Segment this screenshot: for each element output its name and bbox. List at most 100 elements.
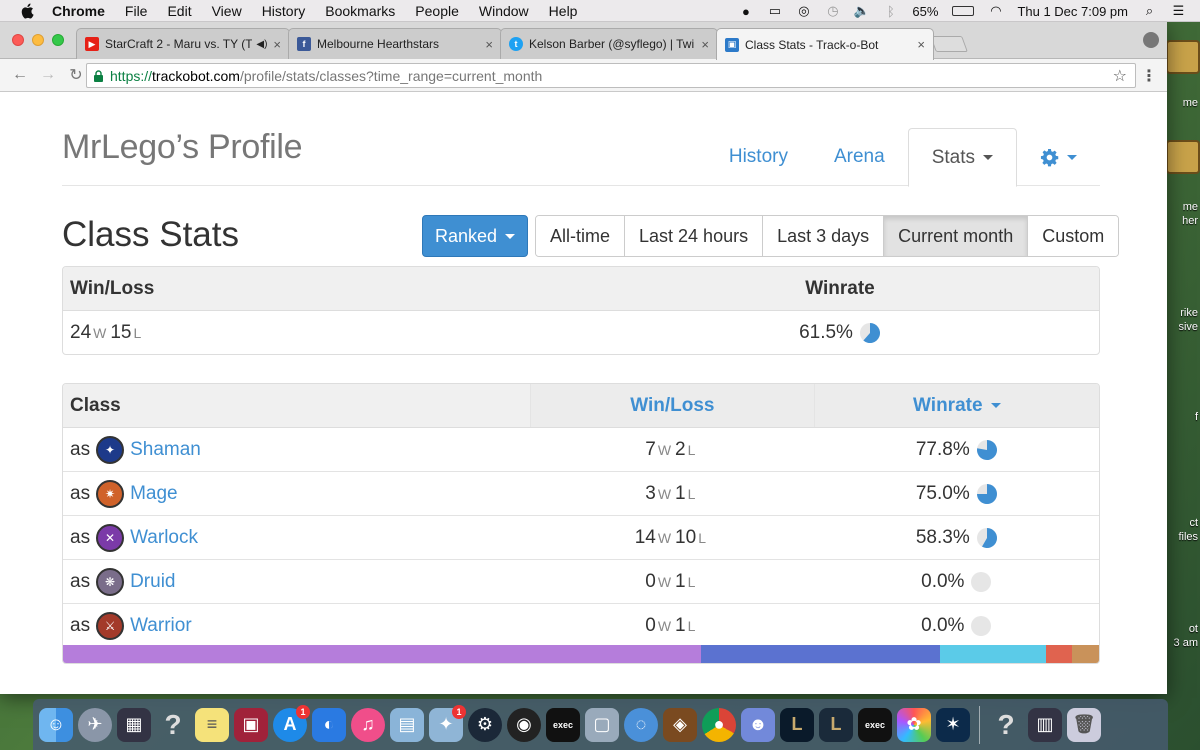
- class-link-shaman[interactable]: Shaman: [130, 439, 201, 461]
- downloads-stack-icon[interactable]: ▥: [1028, 707, 1062, 742]
- browser-tab-youtube[interactable]: ▶ StarCraft 2 - Maru vs. TY (T ◀) ×: [76, 28, 290, 59]
- menu-bookmarks[interactable]: Bookmarks: [325, 3, 395, 19]
- browser-tab-twitter[interactable]: t Kelson Barber (@syflego) | Twi ×: [500, 28, 718, 59]
- android-file-transfer-icon[interactable]: ▢: [585, 707, 619, 742]
- overwatch-icon[interactable]: ◌: [624, 707, 658, 742]
- chrome-menu-icon[interactable]: ⋮: [1141, 66, 1157, 86]
- airplay-icon[interactable]: ▭: [767, 3, 782, 19]
- messenger-icon[interactable]: ◐: [312, 707, 346, 742]
- class-link-warrior[interactable]: Warrior: [130, 615, 192, 637]
- menubar-clock[interactable]: Thu 1 Dec 7:09 pm: [1017, 4, 1128, 19]
- game-mode-dropdown[interactable]: Ranked: [422, 215, 528, 257]
- losses-value: 1: [675, 570, 686, 592]
- obs-icon[interactable]: ◉: [507, 707, 541, 742]
- menu-edit[interactable]: Edit: [167, 3, 191, 19]
- reload-icon[interactable]: ↻: [64, 63, 88, 87]
- notification-center-icon[interactable]: ☰: [1171, 3, 1186, 19]
- class-link-druid[interactable]: Druid: [130, 571, 175, 593]
- tab-settings[interactable]: [1017, 128, 1100, 186]
- chevron-down-icon: [1067, 154, 1077, 160]
- browser-tab-facebook[interactable]: f Melbourne Hearthstars ×: [288, 28, 502, 59]
- facebook-icon: f: [297, 37, 311, 51]
- menu-file[interactable]: File: [125, 3, 148, 19]
- desktop-file-icon[interactable]: [1166, 140, 1200, 174]
- close-window-button[interactable]: [12, 34, 24, 46]
- profile-avatar-icon[interactable]: [1143, 32, 1159, 48]
- battery-icon[interactable]: [952, 6, 975, 16]
- tab-close-icon[interactable]: ×: [273, 37, 281, 52]
- steam-icon[interactable]: ⚙: [468, 707, 502, 742]
- tab-close-icon[interactable]: ×: [485, 37, 493, 52]
- tab-close-icon[interactable]: ×: [917, 37, 925, 52]
- class-link-mage[interactable]: Mage: [130, 483, 178, 505]
- photos-icon[interactable]: ✿: [897, 707, 931, 742]
- league-of-legends-icon[interactable]: L: [780, 707, 814, 742]
- audio-playing-icon[interactable]: ◀): [256, 39, 267, 50]
- chevron-down-icon: [983, 155, 993, 160]
- wifi-icon[interactable]: ◠: [988, 3, 1003, 19]
- menu-window[interactable]: Window: [479, 3, 529, 19]
- bookmark-star-icon[interactable]: ☆: [1113, 66, 1127, 86]
- unknown-app-icon[interactable]: ?: [156, 708, 190, 742]
- browser-tab-active[interactable]: ▣ Class Stats - Track-o-Bot ×: [716, 28, 934, 60]
- notes-icon[interactable]: ≡: [195, 707, 229, 742]
- hearthstone-icon[interactable]: ◈: [663, 707, 697, 742]
- range-last-24-hours-button[interactable]: Last 24 hours: [625, 216, 764, 256]
- tweetbot-icon[interactable]: ✦ 1: [429, 704, 466, 742]
- window-controls: [12, 34, 64, 46]
- tab-arena[interactable]: Arena: [811, 128, 908, 186]
- url-scheme: https://: [110, 67, 153, 84]
- winloss-sort-header[interactable]: Win/Loss: [530, 384, 815, 427]
- minimize-window-button[interactable]: [32, 34, 44, 46]
- accessibility-icon[interactable]: ◎: [796, 3, 811, 19]
- address-bar[interactable]: https://trackobot.com/profile/stats/clas…: [86, 63, 1136, 88]
- app-store-icon[interactable]: A1: [273, 704, 310, 742]
- photo-booth-icon[interactable]: ▣: [234, 707, 268, 742]
- volume-icon[interactable]: 🔈: [854, 3, 870, 19]
- as-label: as: [70, 482, 91, 504]
- apple-logo-icon[interactable]: [18, 3, 36, 19]
- finder-icon[interactable]: ☺: [39, 707, 73, 742]
- class-distribution-bar: [63, 645, 1099, 663]
- menu-history[interactable]: History: [262, 3, 306, 19]
- menu-help[interactable]: Help: [549, 3, 578, 19]
- forward-arrow-icon[interactable]: →: [36, 63, 60, 87]
- terminal-icon[interactable]: exec: [858, 707, 892, 742]
- chevron-down-icon: [505, 233, 516, 239]
- unknown-app-icon[interactable]: ?: [989, 708, 1023, 742]
- as-label: as: [70, 526, 91, 548]
- league-client-icon[interactable]: L: [819, 707, 853, 742]
- loss-suffix: L: [687, 618, 696, 634]
- menu-app-name[interactable]: Chrome: [52, 3, 105, 19]
- trash-icon[interactable]: 🗑: [1067, 707, 1101, 742]
- range-all-time-button[interactable]: All-time: [536, 216, 626, 256]
- bluetooth-icon[interactable]: ᛒ: [883, 4, 898, 19]
- chrome-icon[interactable]: ●: [702, 707, 736, 742]
- discord-icon[interactable]: ☻: [741, 707, 775, 742]
- battery-percent[interactable]: 65%: [912, 4, 938, 19]
- battle-net-icon[interactable]: ✶: [936, 707, 970, 742]
- mission-control-icon[interactable]: ▦: [117, 707, 151, 742]
- desktop-file-icon[interactable]: [1166, 40, 1200, 74]
- range-current-month-button[interactable]: Current month: [884, 216, 1029, 256]
- itunes-icon[interactable]: ♫: [351, 707, 385, 742]
- range-last-3-days-button[interactable]: Last 3 days: [763, 216, 885, 256]
- menu-people[interactable]: People: [415, 3, 459, 19]
- preview-icon[interactable]: ▤: [390, 707, 424, 742]
- desktop-label: f: [1194, 411, 1198, 423]
- launchpad-icon[interactable]: ✈: [78, 707, 112, 742]
- range-custom-button[interactable]: Custom: [1028, 216, 1119, 256]
- tab-stats[interactable]: Stats: [907, 128, 1017, 187]
- terminal-icon[interactable]: exec: [546, 707, 580, 742]
- menu-view[interactable]: View: [212, 3, 242, 19]
- back-arrow-icon[interactable]: ←: [8, 63, 32, 87]
- new-tab-button[interactable]: [930, 36, 968, 52]
- class-link-warlock[interactable]: Warlock: [130, 527, 198, 549]
- time-machine-icon[interactable]: ◷: [825, 3, 840, 19]
- spotlight-search-icon[interactable]: ⌕: [1142, 3, 1157, 19]
- tab-close-icon[interactable]: ×: [701, 37, 709, 52]
- tab-history[interactable]: History: [706, 128, 811, 186]
- winrate-sort-header[interactable]: Winrate: [814, 384, 1099, 427]
- status-app-icon[interactable]: ●: [738, 4, 753, 19]
- zoom-window-button[interactable]: [52, 34, 64, 46]
